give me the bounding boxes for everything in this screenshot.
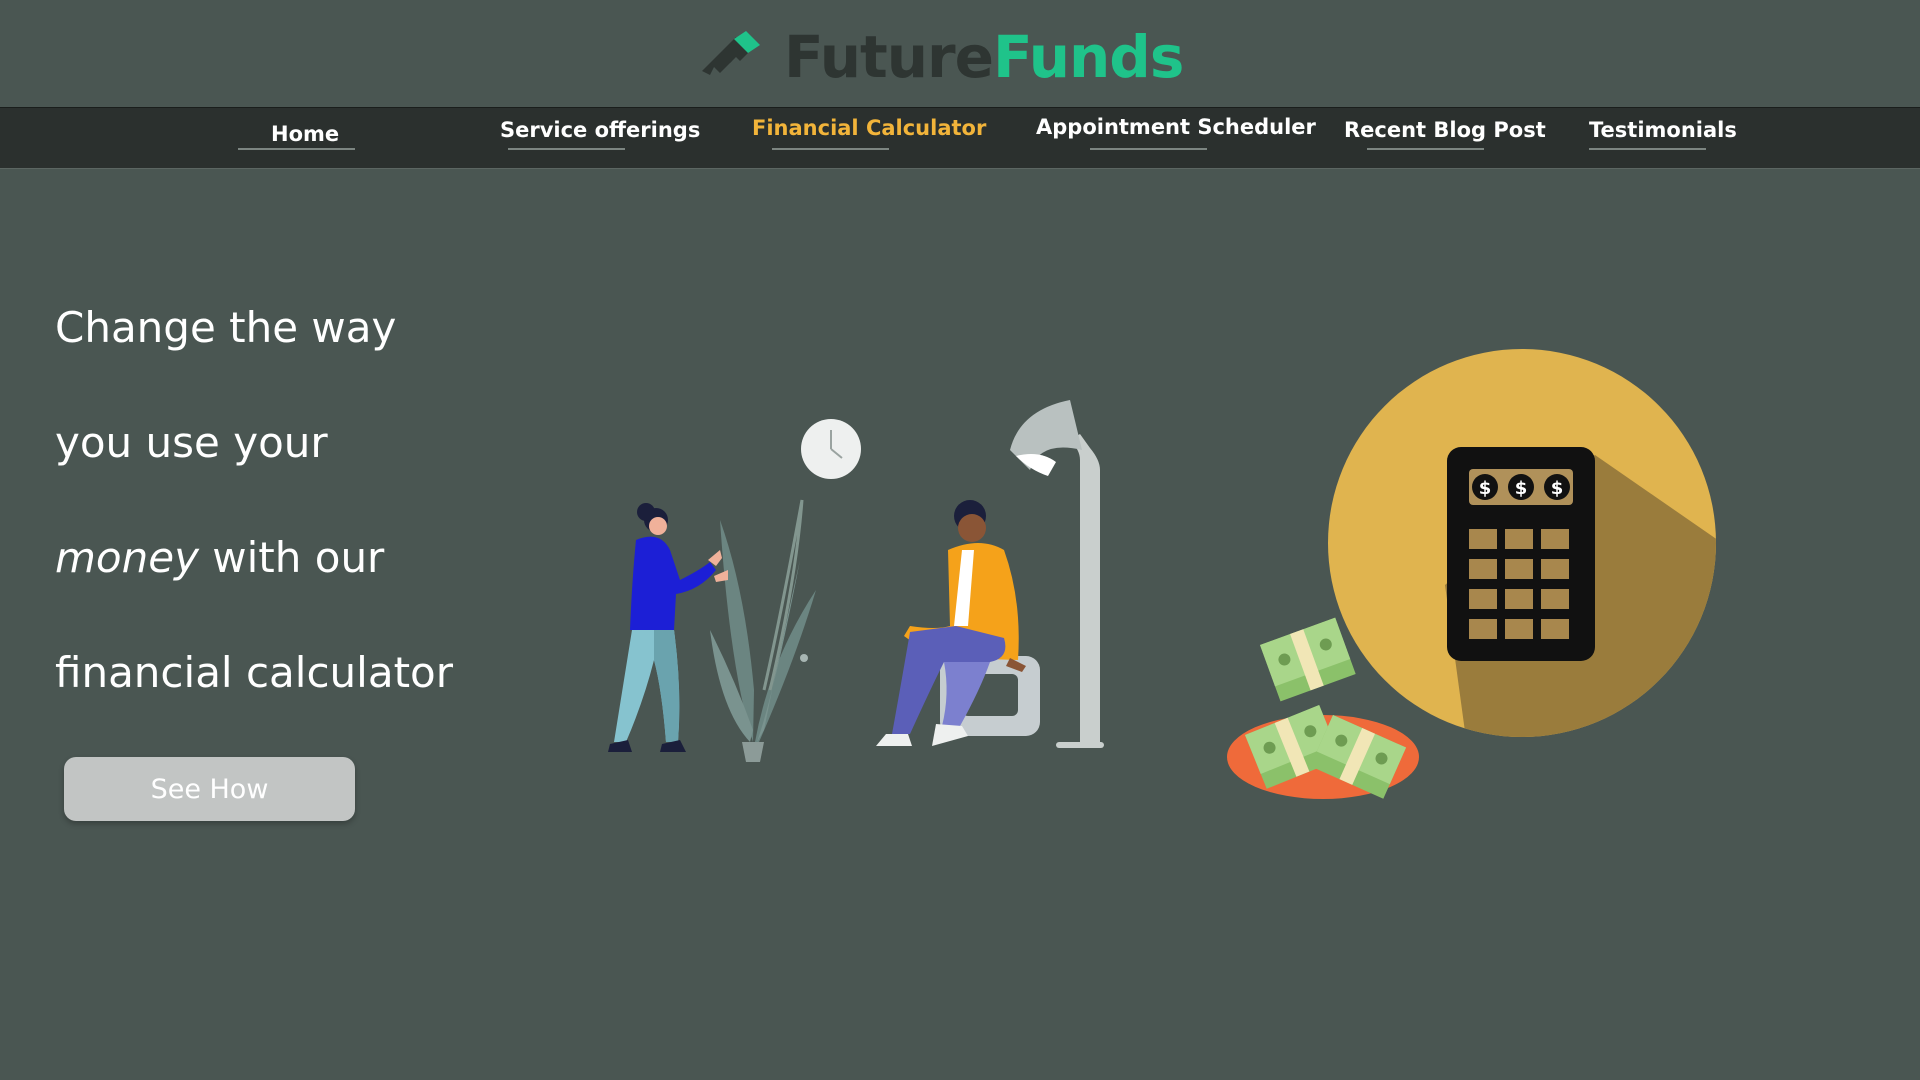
- plant-icon: [710, 499, 816, 762]
- hero-line-1: Change the way: [55, 303, 397, 352]
- calculator-with-money-illustration: $ $ $: [1227, 349, 1716, 799]
- hero-line-2: you use your: [55, 418, 328, 467]
- woman-figure: [608, 503, 728, 752]
- hero-line-3-rest: with our: [198, 533, 385, 582]
- calculator-icon: $ $ $: [1447, 447, 1595, 661]
- hero-emphasis-money: money: [55, 533, 199, 582]
- nav-underline-testimonials: [1589, 148, 1706, 150]
- man-figure: [876, 500, 1040, 746]
- nav-testimonials[interactable]: Testimonials: [1589, 118, 1737, 142]
- svg-text:$: $: [1479, 478, 1492, 499]
- nav-service-offerings[interactable]: Service offerings: [500, 118, 700, 142]
- brand-name-part1: Future: [784, 23, 994, 91]
- see-how-button[interactable]: See How: [64, 757, 355, 821]
- brand-name-part2: Funds: [992, 23, 1184, 91]
- clock-icon: [801, 419, 861, 479]
- nav-underline-home: [238, 148, 355, 150]
- hero-line-4: financial calculator: [55, 648, 453, 697]
- nav-underline-recent-blog-post: [1367, 148, 1484, 150]
- nav-underline-appointment-scheduler: [1090, 148, 1207, 150]
- main-nav: Home Service offerings Financial Calcula…: [0, 107, 1920, 169]
- nav-financial-calculator[interactable]: Financial Calculator: [752, 116, 986, 140]
- brand-logo[interactable]: FutureFunds: [700, 23, 1184, 91]
- hero-heading: Change the way you use your money with o…: [55, 270, 525, 730]
- nav-recent-blog-post[interactable]: Recent Blog Post: [1344, 118, 1546, 142]
- svg-text:$: $: [1551, 478, 1564, 499]
- two-people-meeting-illustration: [608, 400, 1104, 762]
- hero-line-3: money with our: [55, 500, 525, 615]
- page: FutureFunds Home Service offerings Finan…: [0, 0, 1920, 1080]
- logo-icon: [702, 31, 760, 75]
- nav-underline-financial-calculator: [772, 148, 889, 150]
- nav-appointment-scheduler[interactable]: Appointment Scheduler: [1036, 115, 1316, 139]
- nav-home[interactable]: Home: [271, 122, 339, 146]
- nav-underline-service-offerings: [508, 148, 625, 150]
- svg-text:$: $: [1515, 478, 1528, 499]
- brand-name: FutureFunds: [784, 23, 1184, 91]
